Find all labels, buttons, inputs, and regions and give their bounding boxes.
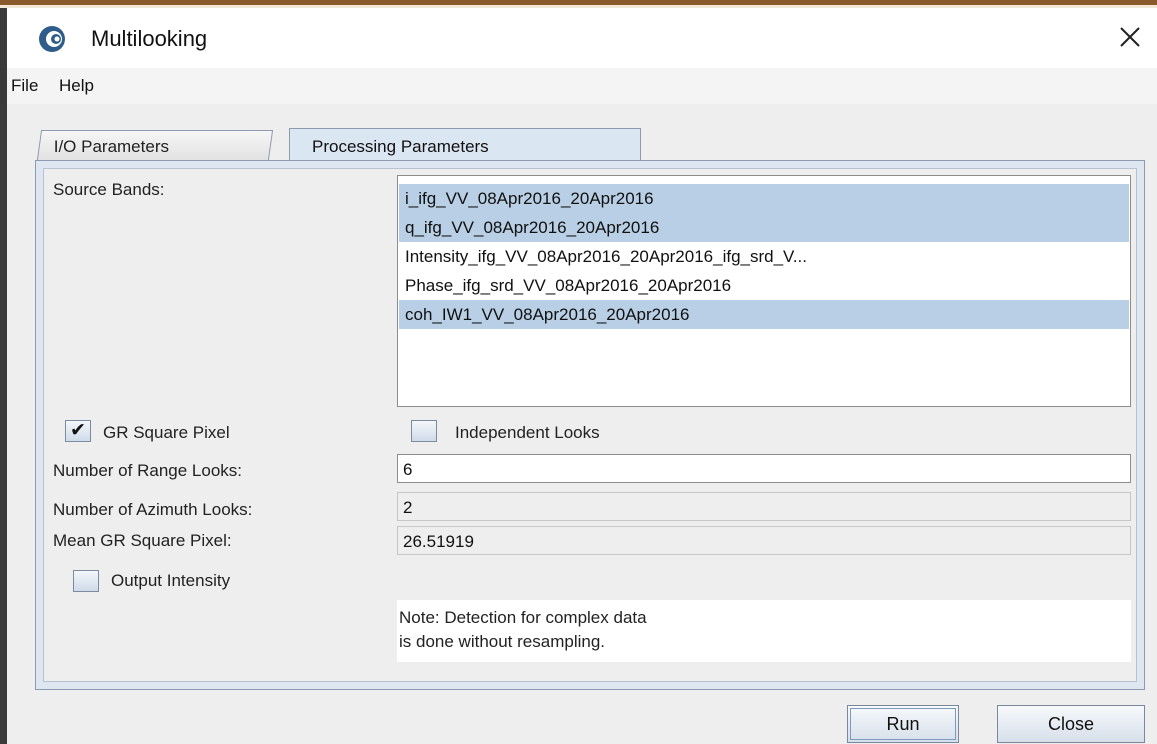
independent-looks-label: Independent Looks [455, 423, 600, 442]
output-intensity-checkbox[interactable] [73, 570, 99, 592]
close-button[interactable]: Close [997, 705, 1145, 743]
note-line-1: Note: Detection for complex data [399, 608, 647, 627]
dialog-window: Multilooking File Help I/O Parameters Pr… [7, 8, 1157, 744]
gr-square-pixel-checkbox[interactable]: ✔ [65, 420, 91, 442]
mean-gr-square-pixel-label: Mean GR Square Pixel: [53, 531, 232, 550]
run-button[interactable]: Run [847, 705, 959, 743]
output-intensity-label: Output Intensity [111, 571, 231, 590]
window-title: Multilooking [91, 26, 208, 51]
menu-bar: File Help [7, 68, 1157, 104]
esa-snap-icon [39, 26, 65, 52]
azimuth-looks-field: 2 [397, 492, 1131, 521]
list-item[interactable]: coh_IW1_VV_08Apr2016_20Apr2016 [399, 300, 1129, 329]
left-edge [0, 8, 7, 744]
mean-gr-square-pixel-field: 26.51919 [397, 526, 1131, 555]
tab-io-parameters[interactable]: I/O Parameters [36, 130, 274, 160]
independent-looks-checkbox[interactable] [411, 420, 437, 442]
title-bar: Multilooking [7, 8, 1157, 68]
source-bands-list[interactable]: i_ifg_VV_08Apr2016_20Apr2016 q_ifg_VV_08… [397, 175, 1131, 407]
list-item[interactable]: i_ifg_VV_08Apr2016_20Apr2016 [399, 184, 1129, 213]
azimuth-looks-label: Number of Azimuth Looks: [53, 500, 253, 519]
gr-square-pixel-label: GR Square Pixel [103, 423, 230, 442]
note-box: Note: Detection for complex data is done… [397, 600, 1131, 662]
tab-io-label: I/O Parameters [53, 137, 169, 156]
list-item[interactable]: Phase_ifg_srd_VV_08Apr2016_20Apr2016 [399, 271, 1129, 300]
source-bands-label: Source Bands: [53, 180, 165, 199]
menu-help[interactable]: Help [59, 76, 94, 96]
checkmark-icon: ✔ [70, 420, 86, 441]
range-looks-label: Number of Range Looks: [53, 461, 242, 480]
menu-file[interactable]: File [11, 76, 38, 96]
list-item[interactable]: Intensity_ifg_VV_08Apr2016_20Apr2016_ifg… [399, 242, 1129, 271]
note-line-2: is done without resampling. [399, 632, 606, 651]
range-looks-input[interactable]: 6 [397, 454, 1131, 483]
tab-processing-label: Processing Parameters [312, 137, 489, 156]
close-icon[interactable] [1115, 22, 1145, 52]
list-item[interactable]: q_ifg_VV_08Apr2016_20Apr2016 [399, 213, 1129, 242]
tab-processing-parameters[interactable]: Processing Parameters [289, 128, 641, 161]
